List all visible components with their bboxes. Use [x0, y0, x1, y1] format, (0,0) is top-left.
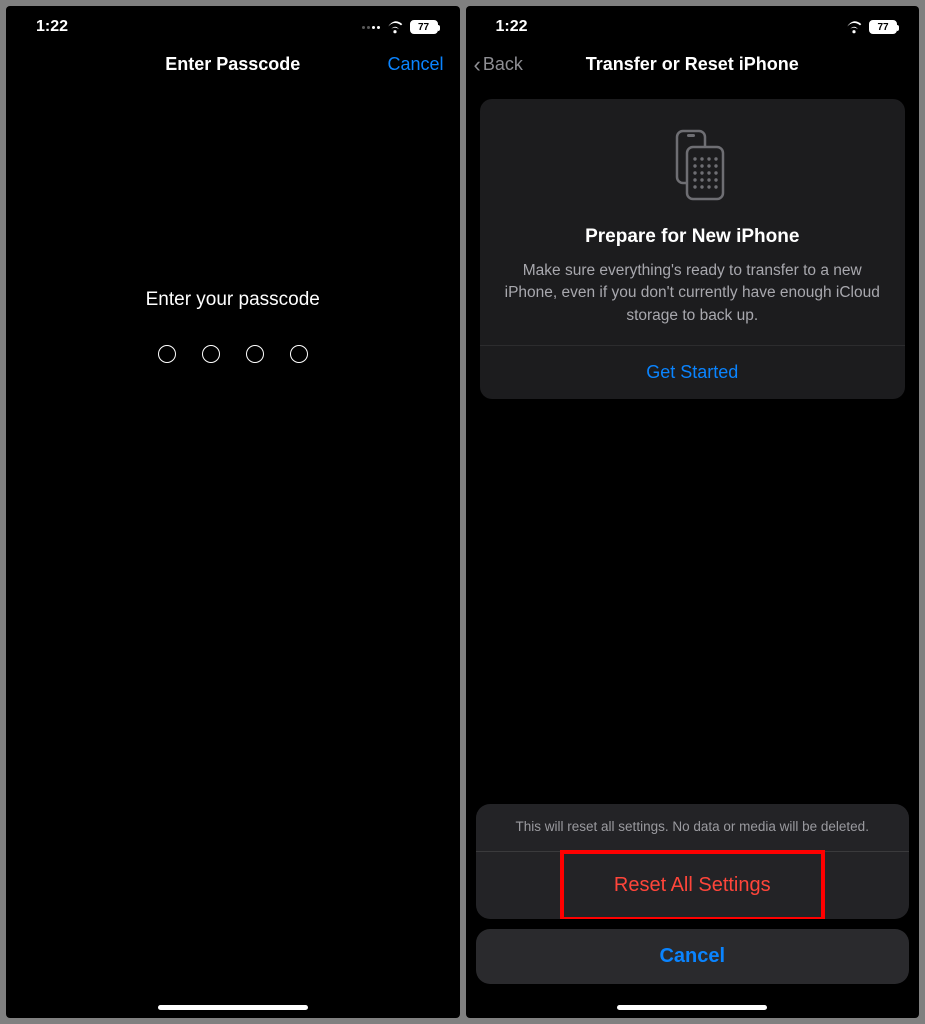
- home-indicator[interactable]: [617, 1005, 767, 1010]
- status-time: 1:22: [496, 18, 528, 36]
- nav-bar: Enter Passcode Cancel: [6, 40, 460, 89]
- status-right: 77: [362, 20, 438, 34]
- annotation-highlight: Reset All Settings: [560, 850, 826, 919]
- passcode-prompt: Enter your passcode: [146, 289, 320, 311]
- page-title: Transfer or Reset iPhone: [586, 54, 799, 75]
- get-started-button[interactable]: Get Started: [498, 346, 888, 399]
- content-area: Prepare for New iPhone Make sure everyth…: [466, 89, 920, 399]
- passcode-dot: [202, 345, 220, 363]
- wifi-icon: [845, 21, 863, 34]
- status-bar: 1:22 77: [6, 6, 460, 40]
- reset-all-settings-button[interactable]: Reset All Settings: [564, 858, 822, 913]
- status-right: 77: [845, 20, 897, 34]
- passcode-dot: [158, 345, 176, 363]
- passcode-dot: [290, 345, 308, 363]
- action-sheet-message: This will reset all settings. No data or…: [476, 804, 910, 851]
- screenshot-reset: 1:22 77 ‹ Back Transfer or Reset iPhone: [466, 6, 920, 1018]
- nav-bar: ‹ Back Transfer or Reset iPhone: [466, 40, 920, 89]
- passcode-dots[interactable]: [158, 345, 308, 363]
- chevron-left-icon: ‹: [474, 54, 481, 76]
- prepare-title: Prepare for New iPhone: [585, 226, 799, 248]
- battery-icon: 77: [410, 20, 438, 34]
- page-title: Enter Passcode: [165, 54, 300, 75]
- action-sheet-group: This will reset all settings. No data or…: [476, 804, 910, 919]
- wifi-icon: [386, 21, 404, 34]
- status-time: 1:22: [36, 18, 68, 36]
- prepare-card: Prepare for New iPhone Make sure everyth…: [480, 99, 906, 399]
- back-button[interactable]: ‹ Back: [474, 54, 523, 76]
- passcode-dot: [246, 345, 264, 363]
- cancel-button[interactable]: Cancel: [387, 54, 443, 75]
- screenshot-passcode: 1:22 77 Enter Passcode Cancel Enter your…: [6, 6, 460, 1018]
- cellular-icon: [362, 26, 380, 29]
- home-indicator[interactable]: [158, 1005, 308, 1010]
- prepare-description: Make sure everything's ready to transfer…: [498, 260, 888, 327]
- action-sheet: This will reset all settings. No data or…: [466, 804, 920, 1018]
- battery-icon: 77: [869, 20, 897, 34]
- devices-icon: [653, 125, 731, 208]
- cancel-button[interactable]: Cancel: [476, 929, 910, 984]
- passcode-area: Enter your passcode: [6, 89, 460, 1018]
- back-label: Back: [483, 54, 523, 75]
- status-bar: 1:22 77: [466, 6, 920, 40]
